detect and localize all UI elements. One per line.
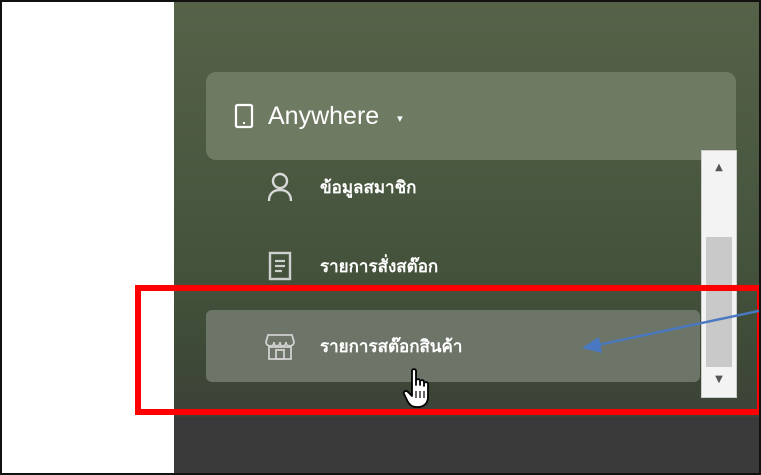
menu-item-product-stock[interactable]: รายการสต๊อกสินค้า: [206, 310, 700, 382]
document-icon: [262, 248, 298, 284]
screenshot-frame: Anywhere ▾ ข้อมูลสมาชิก รายการสั่งสต๊อก …: [0, 0, 761, 475]
scroll-down-arrow-icon[interactable]: ▼: [702, 367, 736, 391]
dropdown-title: Anywhere: [268, 101, 380, 130]
scroll-thumb[interactable]: [706, 237, 732, 367]
anywhere-dropdown[interactable]: Anywhere ▾: [206, 72, 736, 160]
chevron-down-icon: ▾: [397, 111, 403, 125]
menu-item-label: รายการสั่งสต๊อก: [320, 256, 439, 277]
menu-item-member-info[interactable]: ข้อมูลสมาชิก: [206, 152, 700, 222]
user-icon: [262, 169, 298, 205]
phone-icon: [234, 103, 254, 129]
menu-item-label: รายการสต๊อกสินค้า: [320, 336, 463, 357]
menu-item-stock-orders[interactable]: รายการสั่งสต๊อก: [206, 230, 700, 302]
sidebar-panel: Anywhere ▾ ข้อมูลสมาชิก รายการสั่งสต๊อก …: [174, 2, 759, 473]
store-icon: [262, 328, 298, 364]
menu-item-label: ข้อมูลสมาชิก: [320, 177, 417, 198]
scroll-up-arrow-icon[interactable]: ▲: [702, 155, 736, 179]
menu-scrollbar[interactable]: ▲ ▼: [701, 150, 737, 398]
hand-pointer-icon: [402, 367, 436, 415]
